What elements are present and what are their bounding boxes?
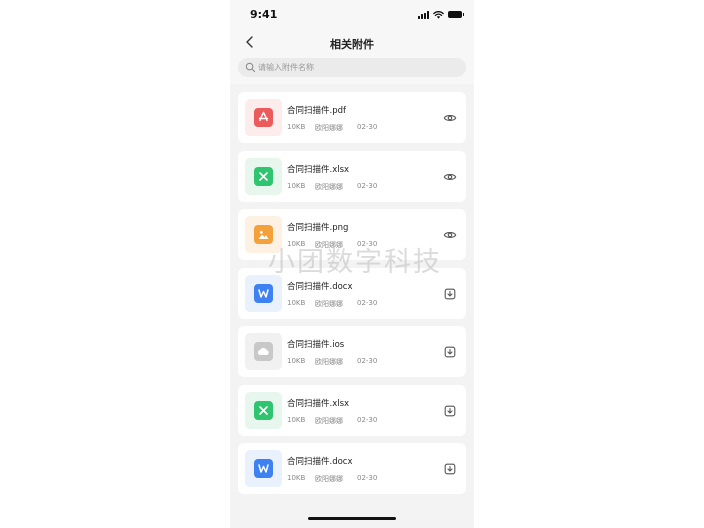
file-owner: 欧阳娜娜 — [315, 358, 343, 366]
file-name: 合同扫描件.xlsx — [287, 398, 350, 409]
download-icon[interactable] — [443, 286, 457, 300]
phone-screen: 9:41 相关附件 合同扫描件.pdf 10KB 欧 — [230, 0, 474, 528]
cloud-file-icon — [254, 342, 273, 361]
word-file-icon — [254, 283, 273, 303]
file-name: 合同扫描件.docx — [287, 457, 353, 467]
file-date: 02-30 — [357, 240, 378, 248]
file-name: 合同扫描件.pdf — [287, 106, 346, 116]
file-thumbnail — [245, 157, 282, 195]
preview-icon[interactable] — [443, 227, 457, 241]
file-size: 10KB — [287, 123, 306, 131]
excel-file-icon — [254, 166, 273, 186]
signal-icon — [418, 10, 429, 19]
attachment-item[interactable]: 合同扫描件.pdf 10KB 欧阳娜娜 02-30 — [238, 92, 466, 143]
file-date: 02-30 — [357, 123, 378, 131]
attachment-item[interactable]: 合同扫描件.docx 10KB 欧阳娜娜 02-30 — [238, 267, 466, 319]
file-thumbnail — [245, 99, 282, 136]
file-size: 10KB — [287, 474, 306, 482]
file-date: 02-30 — [357, 357, 378, 365]
file-size: 10KB — [287, 415, 306, 424]
file-size: 10KB — [287, 240, 306, 248]
file-owner: 欧阳娜娜 — [315, 182, 343, 191]
download-icon[interactable] — [443, 344, 457, 358]
file-thumbnail — [245, 274, 282, 312]
file-thumbnail — [245, 216, 282, 253]
status-icons — [418, 10, 464, 19]
download-icon[interactable] — [443, 461, 457, 475]
file-size: 10KB — [287, 181, 306, 190]
download-icon[interactable] — [443, 403, 457, 417]
file-name: 合同扫描件.docx — [287, 281, 353, 292]
file-date: 02-30 — [357, 474, 378, 482]
file-owner: 欧阳娜娜 — [315, 416, 343, 425]
status-time: 9:41 — [250, 8, 278, 21]
file-owner: 欧阳娜娜 — [315, 241, 343, 249]
file-size: 10KB — [287, 357, 306, 365]
image-file-icon — [254, 225, 273, 244]
top-bar: 9:41 相关附件 — [230, 0, 474, 84]
file-thumbnail — [245, 391, 282, 429]
file-name: 合同扫描件.ios — [287, 340, 345, 350]
file-name: 合同扫描件.png — [287, 223, 349, 233]
wifi-icon — [433, 10, 444, 19]
home-indicator — [308, 517, 396, 520]
attachment-item[interactable]: 合同扫描件.xlsx 10KB 欧阳娜娜 02-30 — [238, 384, 466, 436]
battery-icon — [448, 11, 464, 18]
file-owner: 欧阳娜娜 — [315, 475, 343, 483]
attachment-list: 合同扫描件.pdf 10KB 欧阳娜娜 02-30 合同扫描件.xlsx 10K… — [238, 92, 466, 502]
file-name: 合同扫描件.xlsx — [287, 164, 350, 175]
file-owner: 欧阳娜娜 — [315, 299, 343, 308]
pdf-file-icon — [254, 108, 273, 127]
word-file-icon — [254, 459, 273, 478]
file-date: 02-30 — [357, 298, 378, 307]
file-date: 02-30 — [357, 415, 378, 424]
preview-icon[interactable] — [443, 110, 457, 124]
attachment-item[interactable]: 合同扫描件.ios 10KB 欧阳娜娜 02-30 — [238, 326, 466, 377]
attachment-item[interactable]: 合同扫描件.xlsx 10KB 欧阳娜娜 02-30 — [238, 150, 466, 202]
excel-file-icon — [254, 400, 273, 420]
file-owner: 欧阳娜娜 — [315, 124, 343, 132]
search-input[interactable] — [258, 58, 458, 77]
preview-icon[interactable] — [443, 169, 457, 183]
file-date: 02-30 — [357, 181, 378, 190]
file-thumbnail — [245, 333, 282, 370]
attachment-item[interactable]: 合同扫描件.png 10KB 欧阳娜娜 02-30 — [238, 209, 466, 260]
file-size: 10KB — [287, 298, 306, 307]
attachment-item[interactable]: 合同扫描件.docx 10KB 欧阳娜娜 02-30 — [238, 443, 466, 494]
file-thumbnail — [245, 450, 282, 487]
search-icon — [245, 62, 256, 73]
page-title: 相关附件 — [330, 38, 374, 51]
